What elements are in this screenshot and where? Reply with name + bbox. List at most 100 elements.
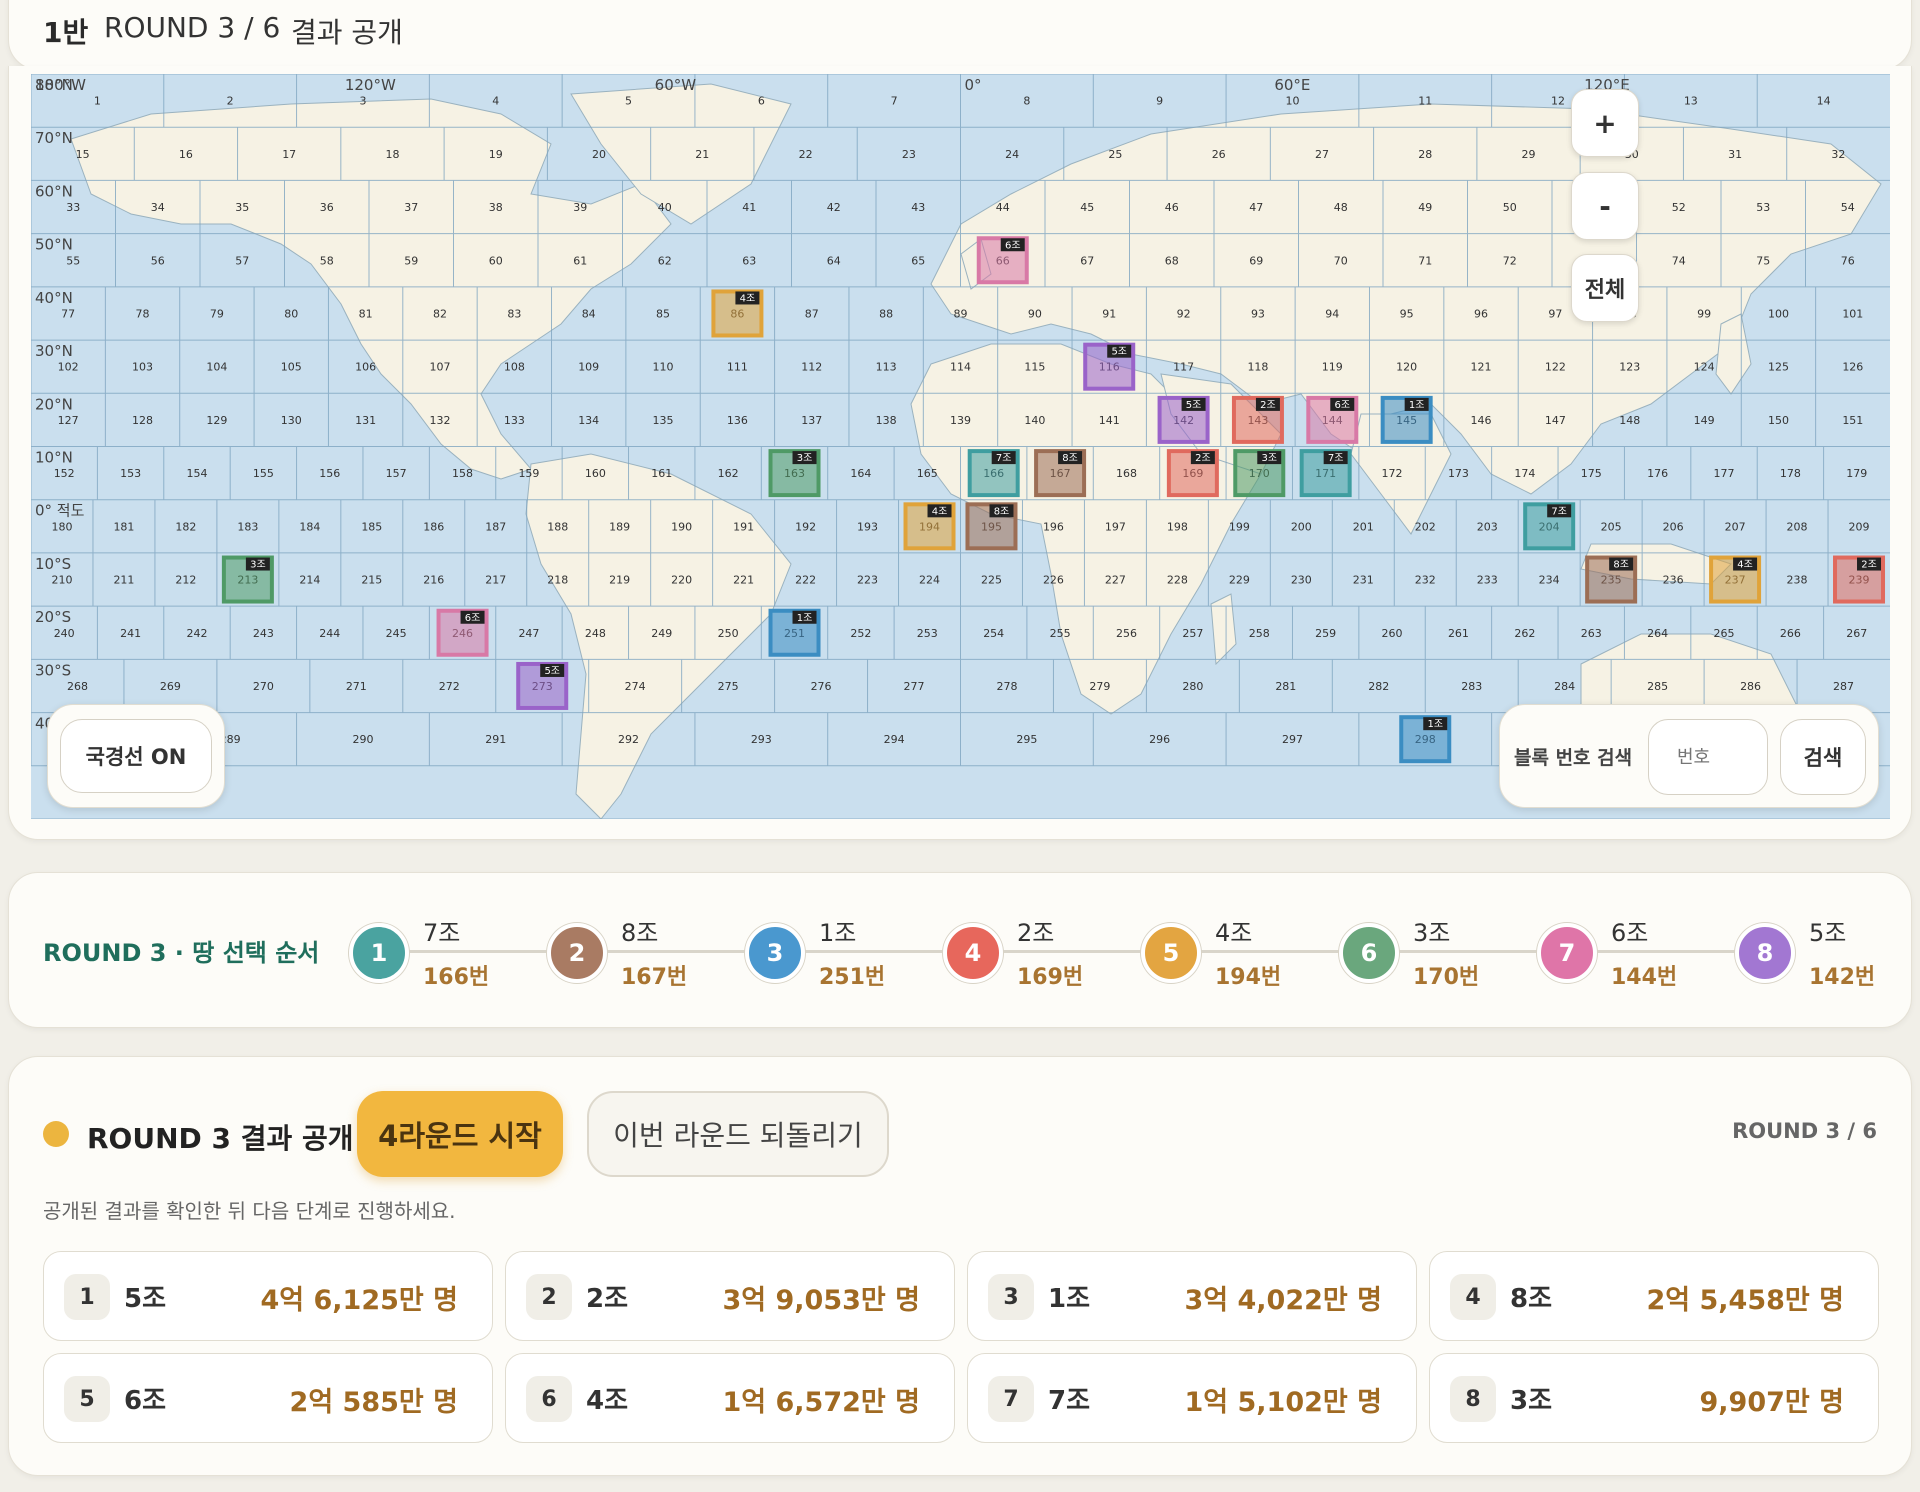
- next-round-button[interactable]: 4라운드 시작: [357, 1091, 563, 1177]
- block-number: 112: [801, 361, 822, 374]
- block-number: 283: [1461, 680, 1482, 693]
- claimed-block: 3조: [1233, 449, 1286, 498]
- block-number: 287: [1833, 680, 1854, 693]
- block-number: 29: [1522, 148, 1536, 161]
- result-row: 7 7조 1억 5,102만 명: [967, 1353, 1417, 1443]
- block-number: 13: [1684, 95, 1698, 108]
- order-number-badge: 4: [943, 923, 1003, 983]
- block-number: 233: [1477, 574, 1498, 587]
- block-number: 256: [1116, 627, 1137, 640]
- block-number: 186: [423, 520, 444, 533]
- block-number: 57: [235, 254, 249, 267]
- order-item: 2 8조 167번: [547, 913, 717, 993]
- block-number: 96: [1474, 307, 1488, 320]
- block-number: 294: [884, 733, 905, 746]
- latitude-label: 0° 적도: [35, 502, 85, 520]
- block-number: 188: [547, 520, 568, 533]
- block-number: 228: [1167, 574, 1188, 587]
- block-number: 23: [902, 148, 916, 161]
- block-number: 209: [1849, 520, 1870, 533]
- block-number: 78: [136, 307, 150, 320]
- order-number-badge: 1: [349, 923, 409, 983]
- result-row: 8 3조 9,907만 명: [1429, 1353, 1879, 1443]
- block-number: 33: [66, 201, 80, 214]
- block-number: 247: [518, 627, 539, 640]
- block-number: 279: [1089, 680, 1110, 693]
- block-number: 128: [132, 414, 153, 427]
- block-number: 217: [485, 574, 506, 587]
- block-number: 146: [1471, 414, 1492, 427]
- block-number: 19: [489, 148, 503, 161]
- block-number: 11: [1418, 95, 1432, 108]
- block-number: 210: [51, 574, 72, 587]
- order-team: 6조: [1607, 913, 1653, 948]
- block-number: 241: [120, 627, 141, 640]
- block-number: 200: [1291, 520, 1312, 533]
- block-number: 230: [1291, 574, 1312, 587]
- order-block-number: 251번: [815, 959, 890, 991]
- block-number: 43: [911, 201, 925, 214]
- block-number: 114: [950, 361, 971, 374]
- longitude-label: 60°W: [655, 76, 697, 94]
- block-number: 282: [1368, 680, 1389, 693]
- block-number: 117: [1173, 361, 1194, 374]
- order-number-badge: 7: [1537, 923, 1597, 983]
- block-number: 63: [742, 254, 756, 267]
- block-number: 26: [1212, 148, 1226, 161]
- zoom-out-button[interactable]: -: [1571, 172, 1639, 240]
- claimed-block: 3조: [768, 449, 821, 498]
- block-search-input[interactable]: [1648, 719, 1768, 795]
- results-round-label: ROUND 3 / 6: [1732, 1119, 1877, 1143]
- border-toggle-button[interactable]: 국경선 ON: [60, 719, 212, 793]
- block-number: 172: [1382, 467, 1403, 480]
- block-number: 81: [359, 307, 373, 320]
- claimed-team-label: 1조: [797, 613, 813, 624]
- claimed-block: 7조: [1299, 449, 1352, 498]
- claimed-team-label: 6조: [1005, 240, 1021, 251]
- claimed-team-label: 8조: [1062, 453, 1078, 464]
- fit-all-button[interactable]: 전체: [1571, 254, 1639, 322]
- block-number: 272: [439, 680, 460, 693]
- block-number: 158: [452, 467, 473, 480]
- world-map[interactable]: 1 2 3 4 5 6 7 8 9 10 11 12 13 14 15 16 17 18 19 20 21 22 23 24 2…: [31, 74, 1890, 819]
- block-number: 119: [1322, 361, 1343, 374]
- selection-order-title: ROUND 3 · 땅 선택 순서: [43, 939, 320, 967]
- selection-order-card: ROUND 3 · 땅 선택 순서 1 7조 166번 2 8조 167번 3 1조 251번 4…: [8, 872, 1912, 1028]
- block-number: 120: [1396, 361, 1417, 374]
- result-row: 1 5조 4억 6,125만 명: [43, 1251, 493, 1341]
- block-number: 35: [235, 201, 249, 214]
- block-number: 295: [1016, 733, 1037, 746]
- status-dot-icon: [43, 1121, 69, 1147]
- claimed-block: 4조: [1709, 555, 1762, 604]
- block-number: 153: [120, 467, 141, 480]
- result-population: 2억 585만 명: [289, 1387, 458, 1418]
- result-rank: 6: [526, 1376, 572, 1422]
- block-number: 206: [1663, 520, 1684, 533]
- block-number: 276: [811, 680, 832, 693]
- claimed-block: 6조: [436, 608, 489, 657]
- block-number: 191: [733, 520, 754, 533]
- block-number: 151: [1842, 414, 1863, 427]
- block-number: 227: [1105, 574, 1126, 587]
- block-number: 265: [1714, 627, 1735, 640]
- block-search-button[interactable]: 검색: [1780, 719, 1866, 795]
- block-number: 216: [423, 574, 444, 587]
- claimed-team-label: 5조: [1186, 400, 1202, 411]
- block-number: 133: [504, 414, 525, 427]
- block-number: 107: [429, 361, 450, 374]
- longitude-label: 60°E: [1274, 76, 1310, 94]
- block-number: 263: [1581, 627, 1602, 640]
- block-number: 175: [1581, 467, 1602, 480]
- block-number: 52: [1672, 201, 1686, 214]
- header-bar: 1반 ROUND 3 / 6 결과 공개: [8, 0, 1912, 70]
- block-number: 140: [1024, 414, 1045, 427]
- block-number: 291: [485, 733, 506, 746]
- latitude-label: 30°S: [35, 661, 71, 679]
- order-block-number: 170번: [1409, 959, 1484, 991]
- zoom-in-button[interactable]: +: [1571, 89, 1639, 157]
- claimed-team-label: 4조: [1737, 560, 1753, 571]
- latitude-label: 40°N: [35, 289, 73, 307]
- block-number: 264: [1647, 627, 1668, 640]
- undo-round-button[interactable]: 이번 라운드 되돌리기: [587, 1091, 889, 1177]
- result-team: 2조: [586, 1284, 629, 1314]
